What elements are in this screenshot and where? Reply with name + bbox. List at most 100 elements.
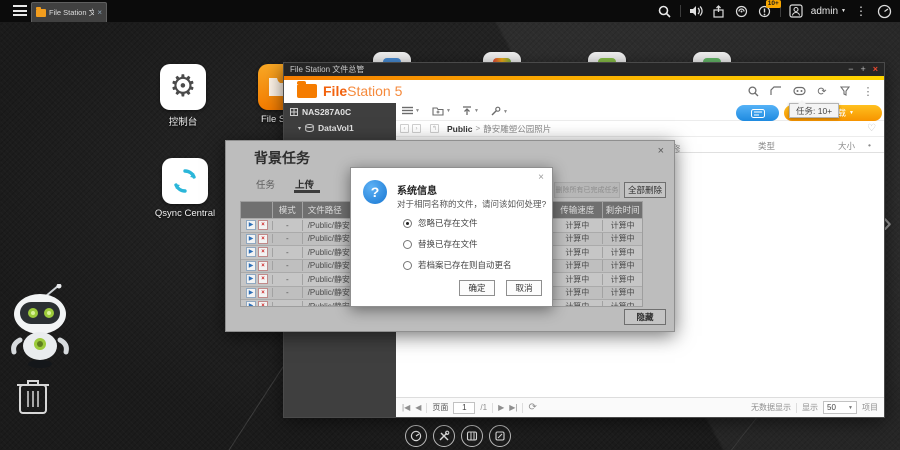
dialog-close-button[interactable]: × (538, 172, 544, 183)
control-panel-tile[interactable]: ⚙ (160, 64, 206, 110)
page-last-button[interactable]: ▶| (509, 403, 517, 412)
option-label: 忽略已存在文件 (418, 217, 478, 229)
cell-remaining: 计算中 (602, 301, 642, 307)
external-device-icon[interactable] (734, 3, 750, 19)
tools-icon[interactable] (433, 425, 455, 447)
option-replace-existing[interactable]: 替换已存在文件 (403, 238, 478, 250)
notes-icon[interactable] (489, 425, 511, 447)
dashboard-gauge-icon[interactable] (876, 3, 892, 19)
tab-upload[interactable]: 上传 (295, 177, 314, 191)
maximize-button[interactable]: + (860, 63, 865, 76)
robot-mascot (6, 284, 78, 374)
shortcut-qsync[interactable]: Qsync Central (149, 158, 221, 219)
sidebar-item-volume[interactable]: ▾ DataVol1 (284, 119, 396, 135)
breadcrumb-root[interactable]: Public (447, 124, 473, 134)
create-folder-button[interactable]: ▼ (432, 106, 451, 116)
view-columns-icon[interactable] (461, 425, 483, 447)
cancel-task-button[interactable]: × (258, 261, 268, 271)
start-task-button[interactable]: ▶ (246, 288, 256, 298)
start-task-button[interactable]: ▶ (246, 220, 256, 230)
tab-close-icon[interactable]: × (97, 8, 102, 17)
search-icon[interactable] (745, 83, 761, 99)
radio-icon[interactable] (403, 240, 412, 249)
admin-label: admin (811, 6, 838, 17)
bgtask-close-button[interactable]: × (658, 145, 664, 157)
items-label: 项目 (862, 402, 878, 413)
global-search-icon[interactable] (657, 3, 673, 19)
task-queue-button[interactable] (736, 105, 779, 121)
option-label: 替换已存在文件 (418, 238, 478, 250)
page-next-button[interactable]: ▶ (498, 403, 504, 412)
cancel-button[interactable]: 取消 (506, 280, 542, 296)
cancel-task-button[interactable]: × (258, 274, 268, 284)
divider (522, 403, 523, 413)
hide-button[interactable]: 隐藏 (624, 309, 666, 325)
notifications-icon[interactable]: 10+ (757, 3, 773, 19)
task-count-tooltip: 任务: 10+ (789, 103, 839, 118)
start-task-button[interactable]: ▶ (246, 301, 256, 307)
more-options-icon[interactable]: ⋮ (853, 3, 869, 19)
taskbar-tab-file-station[interactable]: File Station 文... × (31, 2, 107, 22)
volume-icon[interactable] (688, 3, 704, 19)
col-remaining: 剩余时间 (602, 202, 642, 218)
smart-file-icon[interactable] (768, 83, 784, 99)
refresh-list-button[interactable]: ⟳ (528, 402, 536, 413)
cancel-task-button[interactable]: × (258, 301, 268, 307)
dashboard-icon[interactable] (405, 425, 427, 447)
qsync-tile[interactable] (162, 158, 208, 204)
breadcrumb-current[interactable]: 静安雕塑公园照片 (483, 123, 551, 135)
sync-arrows-icon (170, 166, 200, 196)
media-viewer-icon[interactable] (791, 83, 807, 99)
page-prev-button[interactable]: ◀ (415, 403, 421, 412)
go-up-button[interactable]: ↰ (430, 124, 439, 133)
column-size[interactable]: 大小 (838, 140, 855, 152)
shortcut-control-panel[interactable]: ⚙ 控制台 (147, 64, 219, 128)
more-icon[interactable]: ⋮ (860, 83, 876, 99)
sidebar-item-host[interactable]: NAS287A0C (284, 103, 396, 119)
back-button[interactable]: ‹ (400, 124, 409, 133)
main-menu-icon[interactable] (13, 5, 27, 17)
recycle-bin-icon[interactable] (14, 376, 52, 416)
admin-menu[interactable]: admin ▼ (811, 6, 846, 17)
cell-remaining: 计算中 (602, 247, 642, 258)
cancel-task-button[interactable]: × (258, 234, 268, 244)
radio-icon[interactable] (403, 219, 412, 228)
cancel-task-button[interactable]: × (258, 288, 268, 298)
background-task-icon[interactable] (711, 3, 727, 19)
minimize-button[interactable]: − (848, 63, 853, 76)
cancel-task-button[interactable]: × (258, 247, 268, 257)
favorite-icon[interactable]: ♡ (867, 123, 876, 134)
forward-button[interactable]: › (412, 124, 421, 133)
tab-tasks[interactable]: 任务 (256, 177, 275, 191)
tab-label: File Station 文... (49, 7, 94, 18)
settings-tools-button[interactable]: ▼ (490, 106, 508, 117)
cell-speed: 计算中 (551, 274, 602, 285)
column-type[interactable]: 类型 (758, 140, 775, 152)
filter-icon[interactable] (837, 83, 853, 99)
user-icon[interactable] (788, 3, 804, 19)
start-task-button[interactable]: ▶ (246, 261, 256, 271)
list-view-button[interactable]: ▼ (402, 106, 420, 115)
option-skip-existing[interactable]: 忽略已存在文件 (403, 217, 478, 229)
expand-icon[interactable]: ▾ (298, 125, 301, 132)
start-task-button[interactable]: ▶ (246, 234, 256, 244)
radio-icon[interactable] (403, 261, 412, 270)
ok-button[interactable]: 确定 (459, 280, 495, 296)
page-size-select[interactable]: 50 ▼ (823, 401, 857, 414)
page-first-button[interactable]: |◀ (402, 403, 410, 412)
upload-icon (462, 106, 472, 116)
cell-mode: - (272, 288, 302, 297)
col-speed: 传输速度 (551, 202, 602, 218)
page-input[interactable] (453, 402, 475, 414)
cancel-task-button[interactable]: × (258, 220, 268, 230)
start-task-button[interactable]: ▶ (246, 274, 256, 284)
delete-all-button[interactable]: 全部删除 (624, 182, 666, 198)
start-task-button[interactable]: ▶ (246, 247, 256, 257)
delete-completed-button[interactable]: 删除所有已完成任务 (554, 182, 620, 198)
option-auto-rename[interactable]: 若档案已存在则自动更名 (403, 259, 512, 271)
upload-button[interactable]: ▼ (462, 106, 479, 116)
refresh-icon[interactable]: ⟳ (814, 83, 830, 99)
column-options-button[interactable]: • (868, 140, 871, 150)
close-button[interactable]: × (873, 63, 878, 76)
fs-titlebar[interactable]: File Station 文件总管 − + × (284, 63, 884, 76)
